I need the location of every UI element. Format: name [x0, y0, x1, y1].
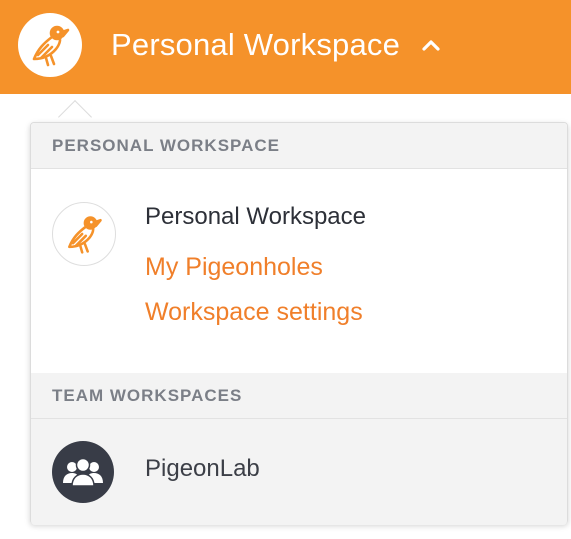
group-icon [52, 441, 114, 503]
chevron-up-icon [420, 34, 442, 56]
team-workspace-item[interactable]: PigeonLab [31, 419, 567, 525]
workspace-settings-link[interactable]: Workspace settings [145, 298, 363, 327]
team-section-header: TEAM WORKSPACES [31, 373, 567, 419]
personal-section-header: PERSONAL WORKSPACE [31, 123, 567, 169]
workspace-title: Personal Workspace [111, 27, 401, 62]
team-workspace-name: PigeonLab [145, 455, 260, 482]
workspace-dropdown: PERSONAL WORKSPACE Personal Workspace My… [30, 122, 568, 525]
personal-workspace-item: Personal Workspace My Pigeonholes Worksp… [31, 169, 567, 375]
personal-workspace-name: Personal Workspace [145, 203, 366, 230]
top-bar: Personal Workspace [0, 0, 571, 94]
bird-logo-icon [52, 202, 116, 266]
bird-logo-icon [18, 13, 82, 77]
workspace-switcher[interactable]: Personal Workspace [18, 13, 442, 77]
my-pigeonholes-link[interactable]: My Pigeonholes [145, 253, 323, 282]
